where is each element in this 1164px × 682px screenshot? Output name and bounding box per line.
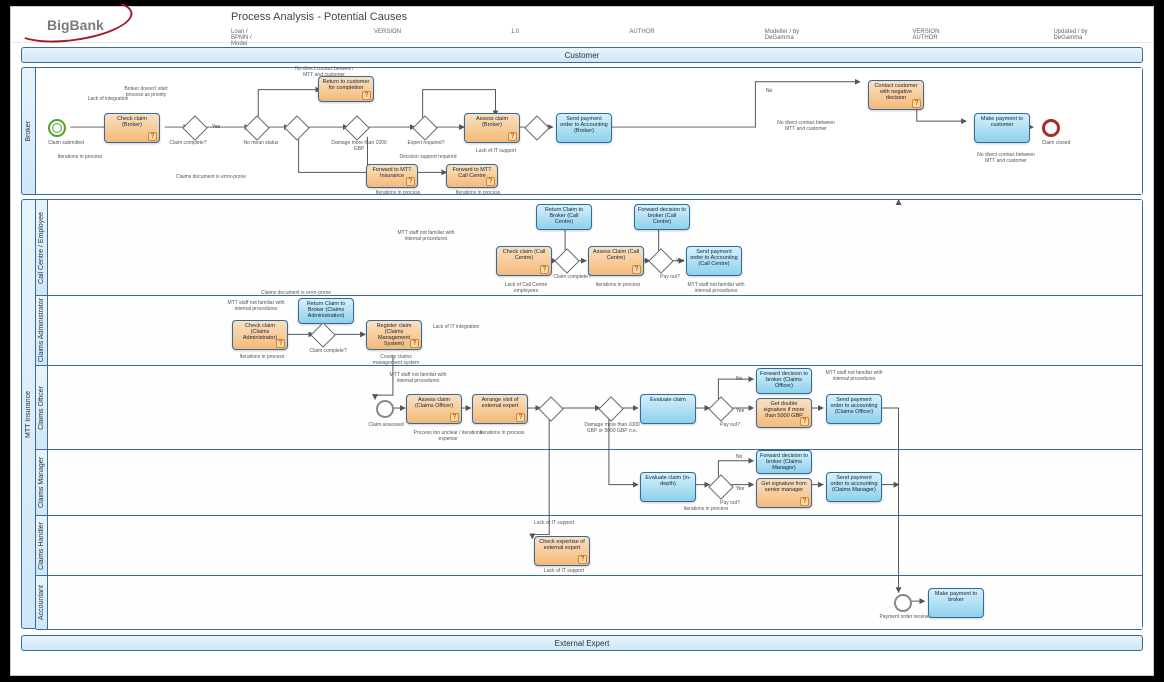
note: Claim complete? [298, 348, 358, 354]
note: MTT staff not familiar with internal pro… [824, 370, 884, 382]
note: Lack of Call Centre employees [496, 282, 556, 294]
task-make-payment-customer[interactable]: Make payment to customer [974, 113, 1030, 143]
lane-broker-pool: Broker Claim submitted Lack of integrati… [21, 67, 1143, 195]
task-fwd-broker-co[interactable]: Forward decision to broker (Claims Offic… [756, 368, 812, 394]
note: County claims management system [366, 354, 426, 366]
note: Lack of IT support [466, 148, 526, 154]
note: Claims document is error-prone [256, 290, 336, 296]
note: Iterations in process [448, 190, 508, 196]
gateway-icon [708, 474, 733, 499]
note: Expert required? [396, 140, 456, 146]
gateway-icon [538, 396, 563, 421]
event-label: Claim closed [1026, 140, 1086, 146]
task-return-broker-ca[interactable]: Return Claim to Broker (Claims Administr… [298, 298, 354, 324]
note: Iterations in process [588, 282, 648, 288]
note: Lack of IT support [524, 520, 584, 526]
gateway-icon [412, 115, 437, 140]
intermediate-event-icon [894, 594, 912, 612]
lane-claimshandler: Claims Handler Lack of IT support Check … [36, 516, 1142, 576]
gateway-icon [310, 322, 335, 347]
gateway-icon [524, 115, 549, 140]
gateway-icon [344, 115, 369, 140]
end-event-icon [1042, 119, 1060, 137]
gateway-icon [182, 115, 207, 140]
task-make-payment-broker[interactable]: Make payment to broker [928, 588, 984, 618]
note: MTT staff not familiar with internal pro… [226, 300, 286, 312]
task-send-accounting-cc[interactable]: Send payment order to Accounting (Call C… [686, 246, 742, 276]
logo: BigBank [19, 9, 149, 39]
intermediate-event-icon [376, 400, 394, 418]
task-send-accounting-broker[interactable]: Send payment order to Accounting (Broker… [556, 113, 612, 143]
note: Lack of IT support [534, 568, 594, 574]
task-check-cc[interactable]: Check claim (Call Centre)? [496, 246, 552, 276]
task-evaluate[interactable]: Evaluate claim [640, 394, 696, 424]
note: Damage more than 1000 GBP or 5000 GBP n.… [582, 422, 642, 434]
event-label: Claim submitted [36, 140, 96, 146]
note: Iterations in process [232, 354, 292, 360]
task-assess-co[interactable]: Assess claim (Claims Officer)? [406, 394, 462, 424]
lane-broker-area: Claim submitted Lack of integration Chec… [36, 68, 1142, 194]
note: No direct contact between MTT and custom… [776, 120, 836, 132]
lane-claimsadmin: Claims Administrator MTT staff not famil… [36, 296, 1142, 366]
task-fwd-broker-cm[interactable]: Forward decision to broker (Claims Manag… [756, 450, 812, 474]
note: Iterations in process [676, 506, 736, 512]
lane-callcentre: Call Centre / Employee MTT staff not fam… [36, 200, 1142, 296]
note: Pay out? [700, 422, 760, 428]
task-check-expertise[interactable]: Check expertise of external expert? [534, 536, 590, 566]
task-assess-broker[interactable]: Assess claim (Broker)? [464, 113, 520, 143]
task-register[interactable]: Register claim (Claims Management System… [366, 320, 422, 350]
note: Claims document is error-prone [171, 174, 251, 180]
task-fwd-mtt-ins[interactable]: Forward to MTT Insurance? [366, 164, 418, 188]
lane-broker-label: Broker [22, 68, 36, 194]
lane-claimsofficer: Claims Officer Claim assessed MTT staff … [36, 366, 1142, 450]
logo-text: BigBank [47, 17, 104, 33]
note: Iterations in process [50, 154, 110, 160]
note: Decision support required [398, 154, 458, 160]
gateway-icon [284, 115, 309, 140]
task-fwd-mtt-cc[interactable]: Forward to MTT Call Centre? [446, 164, 498, 188]
task-return-customer[interactable]: Return to customer for completion? [318, 76, 374, 102]
pool-mtt: MTT Insurance Call Centre / Employee MTT… [21, 199, 1143, 629]
mtt-lanes: Call Centre / Employee MTT staff not fam… [36, 200, 1142, 628]
task-contact-negative[interactable]: Contact customer with negative decision? [868, 80, 924, 110]
task-check-ca[interactable]: Check claim (Claims Administrator)? [232, 320, 288, 350]
note: Damage more than 1000 GBP [329, 140, 389, 152]
lane-accountant: Accountant Payment order received Make p… [36, 576, 1142, 630]
note: Claim complete? [166, 140, 210, 146]
note: MTT staff not familiar with internal pro… [388, 372, 448, 384]
header: BigBank Process Analysis - Potential Cau… [11, 7, 1153, 43]
pool-mtt-label: MTT Insurance [22, 200, 36, 628]
gateway-icon [598, 396, 623, 421]
task-return-broker-cc[interactable]: Return Claim to Broker (Call Centre) [536, 204, 592, 230]
diagram-sheet: BigBank Process Analysis - Potential Cau… [10, 6, 1154, 676]
note: No mean status [231, 140, 291, 146]
task-double-sig[interactable]: Get double signature if more than 5000 G… [756, 398, 812, 428]
note: MTT staff not familiar with internal pro… [686, 282, 746, 294]
task-assess-cc[interactable]: Assess Claim (Call Centre)? [588, 246, 644, 276]
pool-customer: Customer [21, 47, 1143, 63]
task-send-accounting-co[interactable]: Send payment order to accounting (Claims… [826, 394, 882, 424]
pool-external: External Expert [21, 635, 1143, 651]
note: Iterations in process [472, 430, 532, 436]
lane-claimsmanager: Claims Manager Evaluate claim (in-depth)… [36, 450, 1142, 516]
task-fwd-broker-cc[interactable]: Forward decision to broker (Call Centre) [634, 204, 690, 230]
task-arrange-visit[interactable]: Arrange visit of external expert? [472, 394, 528, 424]
note: MTT staff not familiar with internal pro… [396, 230, 456, 242]
gateway-icon [554, 248, 579, 273]
start-event-icon [48, 119, 66, 137]
gateway-icon [648, 248, 673, 273]
page-title: Process Analysis - Potential Causes [231, 11, 407, 23]
note: No direct contact between MTT and custom… [976, 152, 1036, 164]
note: Broker doesn't start process as priority [116, 86, 176, 98]
task-evaluate-depth[interactable]: Evaluate claim (in-depth) [640, 472, 696, 502]
event-label: Payment order received [876, 614, 936, 620]
task-check-claim-broker[interactable]: Check claim (Broker)? [104, 113, 160, 143]
meta-row: Loan / BPMN / Model VERSION 1.0 AUTHOR M… [231, 29, 1091, 47]
task-send-accounting-cm[interactable]: Send payment order to accounting (Claims… [826, 472, 882, 502]
gateway-icon [244, 115, 269, 140]
note: Iterations in process [368, 190, 428, 196]
task-get-sig-senior[interactable]: Get signature from senior manager? [756, 478, 812, 508]
note: Lack of IT integration [426, 324, 486, 330]
gateway-icon [708, 396, 733, 421]
